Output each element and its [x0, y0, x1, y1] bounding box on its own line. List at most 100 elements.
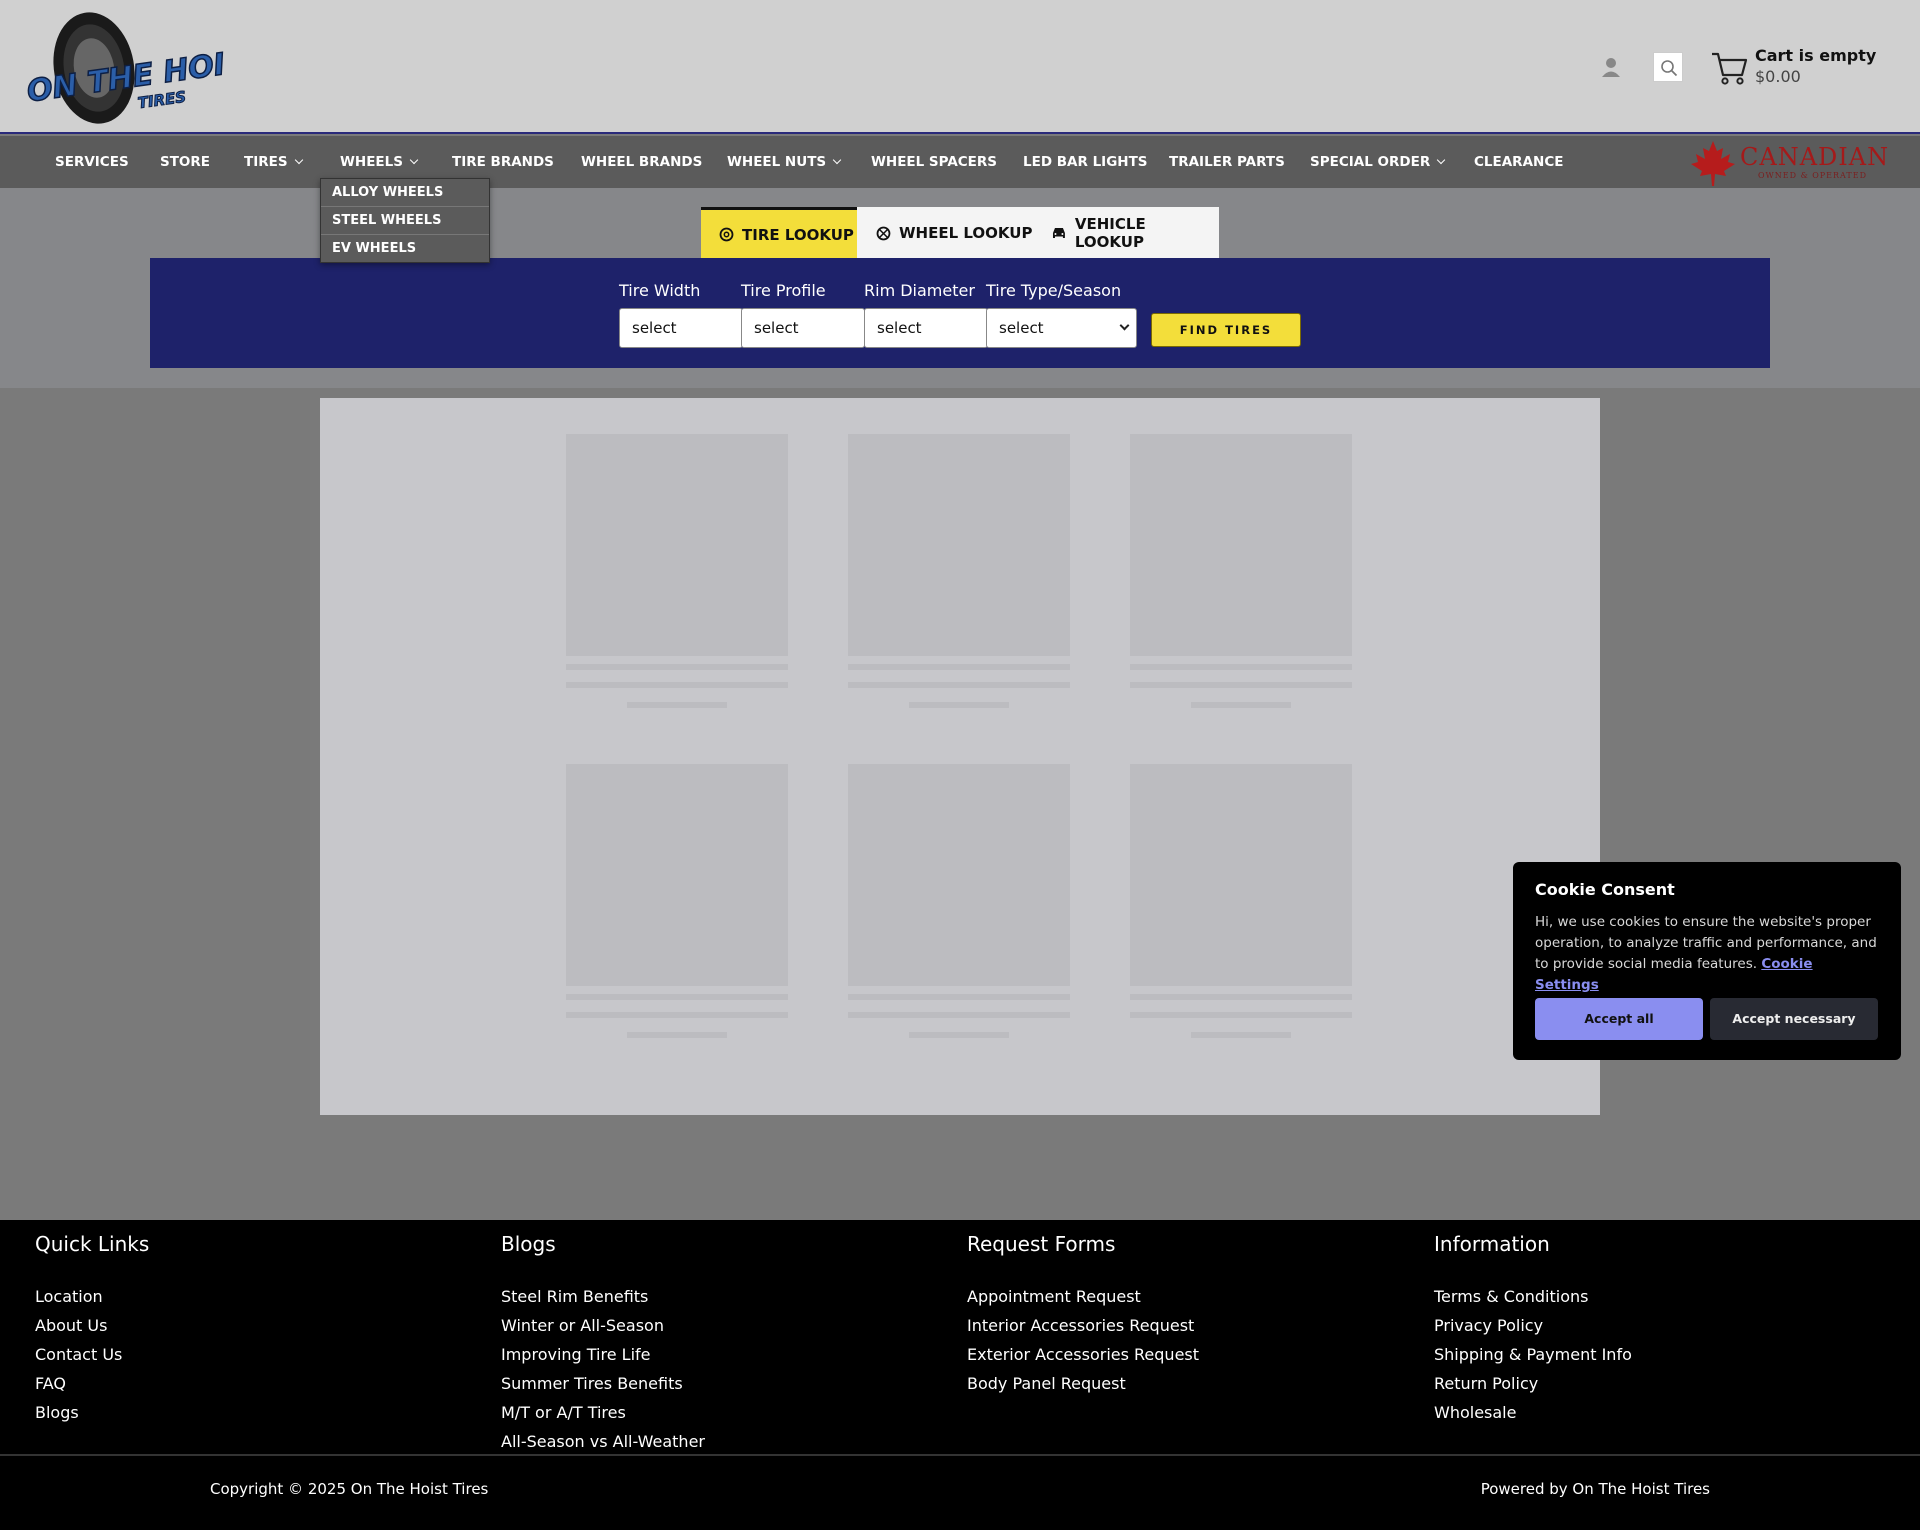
tab-tire-lookup[interactable]: TIRE LOOKUP [701, 207, 857, 259]
tire-type-label: Tire Type/Season [986, 281, 1122, 300]
rim-diameter-label: Rim Diameter [864, 281, 975, 300]
footer-column-quick-links: Quick Links Location About Us Contact Us… [35, 1232, 149, 1427]
placeholder-line [627, 702, 727, 708]
nav-item-tires-label: TIRES [244, 154, 288, 170]
nav-item-wheels-label: WHEELS [340, 154, 403, 170]
placeholder-image [1130, 764, 1352, 986]
placeholder-line [566, 664, 788, 670]
cart-status[interactable]: Cart is empty [1755, 46, 1876, 65]
placeholder-line [1130, 664, 1352, 670]
nav-item-store[interactable]: STORE [160, 154, 210, 170]
footer-link[interactable]: Interior Accessories Request [967, 1311, 1199, 1340]
placeholder-line [1191, 1032, 1291, 1038]
site-logo[interactable]: ON THE HOIST TIRES [24, 6, 224, 128]
footer-link[interactable]: Appointment Request [967, 1282, 1199, 1311]
main-navigation: SERVICES STORE TIRES WHEELS TIRE BRANDS … [0, 136, 1920, 188]
nav-item-services[interactable]: SERVICES [55, 154, 129, 170]
footer-link[interactable]: Contact Us [35, 1340, 149, 1369]
accept-all-button[interactable]: Accept all [1535, 998, 1703, 1040]
tab-tire-lookup-label: TIRE LOOKUP [742, 225, 854, 244]
search-button[interactable] [1653, 52, 1683, 82]
nav-item-wheel-brands[interactable]: WHEEL BRANDS [581, 154, 702, 170]
footer-link[interactable]: Wholesale [1434, 1398, 1632, 1427]
nav-item-tire-brands[interactable]: TIRE BRANDS [452, 154, 554, 170]
canadian-subtext: OWNED & OPERATED [1758, 171, 1867, 180]
chevron-down-icon [832, 155, 842, 165]
footer-link[interactable]: Improving Tire Life [501, 1340, 705, 1369]
footer-link[interactable]: Exterior Accessories Request [967, 1340, 1199, 1369]
tab-wheel-lookup[interactable]: WHEEL LOOKUP [876, 207, 1032, 259]
wheels-dropdown-menu: ALLOY WHEELS STEEL WHEELS EV WHEELS [320, 178, 490, 263]
cookie-title: Cookie Consent [1535, 880, 1675, 899]
canadian-badge: CANADIAN OWNED & OPERATED [1690, 139, 1888, 187]
footer-link[interactable]: Privacy Policy [1434, 1311, 1632, 1340]
copyright-text: Copyright © 2025 On The Hoist Tires [210, 1480, 489, 1498]
placeholder-line [1191, 702, 1291, 708]
lookup-tabs: TIRE LOOKUP WHEEL LOOKUP VEHICLE LOOKUP [701, 207, 1219, 259]
tire-profile-select[interactable]: select [741, 308, 865, 348]
tire-icon [719, 227, 734, 242]
search-icon [1661, 60, 1678, 77]
cart-icon[interactable] [1710, 50, 1748, 86]
tire-width-select[interactable]: select [619, 308, 743, 348]
footer-link[interactable]: Winter or All-Season [501, 1311, 705, 1340]
product-placeholder [848, 764, 1070, 1038]
footer-column-request-forms: Request Forms Appointment Request Interi… [967, 1232, 1199, 1398]
product-grid-loading [320, 398, 1600, 1115]
menu-item-ev-wheels[interactable]: EV WHEELS [321, 235, 489, 263]
rim-diameter-select[interactable]: select [864, 308, 988, 348]
nav-item-led-bar-lights[interactable]: LED BAR LIGHTS [1023, 154, 1148, 170]
tire-search-panel: Tire Width Tire Profile Rim Diameter Tir… [150, 258, 1770, 368]
footer-link[interactable]: Terms & Conditions [1434, 1282, 1632, 1311]
footer-link[interactable]: Summer Tires Benefits [501, 1369, 705, 1398]
product-placeholder [848, 434, 1070, 708]
canadian-text: CANADIAN [1740, 143, 1890, 171]
footer-link[interactable]: Blogs [35, 1398, 149, 1427]
cookie-consent-dialog: Cookie Consent Hi, we use cookies to ens… [1513, 862, 1901, 1060]
footer-link[interactable]: FAQ [35, 1369, 149, 1398]
footer-link[interactable]: Return Policy [1434, 1369, 1632, 1398]
footer-heading: Blogs [501, 1232, 556, 1256]
nav-item-special-order[interactable]: SPECIAL ORDER [1310, 154, 1446, 170]
nav-item-clearance[interactable]: CLEARANCE [1474, 154, 1563, 170]
powered-by-text: Powered by On The Hoist Tires [1480, 1480, 1710, 1498]
placeholder-line [848, 1012, 1070, 1018]
nav-item-tires[interactable]: TIRES [244, 154, 303, 170]
footer-heading: Information [1434, 1232, 1550, 1256]
footer-link[interactable]: Steel Rim Benefits [501, 1282, 705, 1311]
find-tires-button[interactable]: FIND TIRES [1151, 313, 1301, 347]
menu-item-alloy-wheels[interactable]: ALLOY WHEELS [321, 179, 489, 207]
footer-column-information: Information Terms & Conditions Privacy P… [1434, 1232, 1632, 1427]
user-account-icon[interactable] [1600, 56, 1622, 78]
menu-item-steel-wheels[interactable]: STEEL WHEELS [321, 207, 489, 235]
site-footer: Quick Links Location About Us Contact Us… [0, 1220, 1920, 1456]
nav-item-wheel-spacers[interactable]: WHEEL SPACERS [871, 154, 997, 170]
placeholder-line [909, 702, 1009, 708]
product-placeholder [566, 434, 788, 708]
nav-item-wheel-nuts-label: WHEEL NUTS [727, 154, 827, 170]
footer-link[interactable]: Location [35, 1282, 149, 1311]
accept-necessary-button[interactable]: Accept necessary [1710, 998, 1878, 1040]
site-header: ON THE HOIST TIRES Cart is empty $0.00 [0, 0, 1920, 134]
placeholder-line [848, 682, 1070, 688]
footer-link[interactable]: Shipping & Payment Info [1434, 1340, 1632, 1369]
tab-wheel-lookup-label: WHEEL LOOKUP [899, 224, 1033, 242]
wheel-icon [876, 226, 891, 240]
tab-vehicle-lookup[interactable]: VEHICLE LOOKUP [1051, 207, 1219, 259]
nav-item-wheel-nuts[interactable]: WHEEL NUTS [727, 154, 842, 170]
tire-type-select[interactable]: select [986, 308, 1137, 348]
footer-link[interactable]: About Us [35, 1311, 149, 1340]
footer-link[interactable]: M/T or A/T Tires [501, 1398, 705, 1427]
cookie-message: Hi, we use cookies to ensure the website… [1535, 912, 1879, 996]
footer-link[interactable]: Body Panel Request [967, 1369, 1199, 1398]
cart-total: $0.00 [1755, 67, 1801, 86]
placeholder-line [627, 1032, 727, 1038]
footer-link[interactable]: All-Season vs All-Weather [501, 1427, 705, 1456]
placeholder-image [1130, 434, 1352, 656]
product-placeholder [1130, 434, 1352, 708]
tire-profile-label: Tire Profile [741, 281, 826, 300]
nav-item-wheels[interactable]: WHEELS [340, 154, 419, 170]
placeholder-line [566, 1012, 788, 1018]
cookie-message-text: Hi, we use cookies to ensure the website… [1535, 914, 1877, 972]
nav-item-trailer-parts[interactable]: TRAILER PARTS [1169, 154, 1285, 170]
